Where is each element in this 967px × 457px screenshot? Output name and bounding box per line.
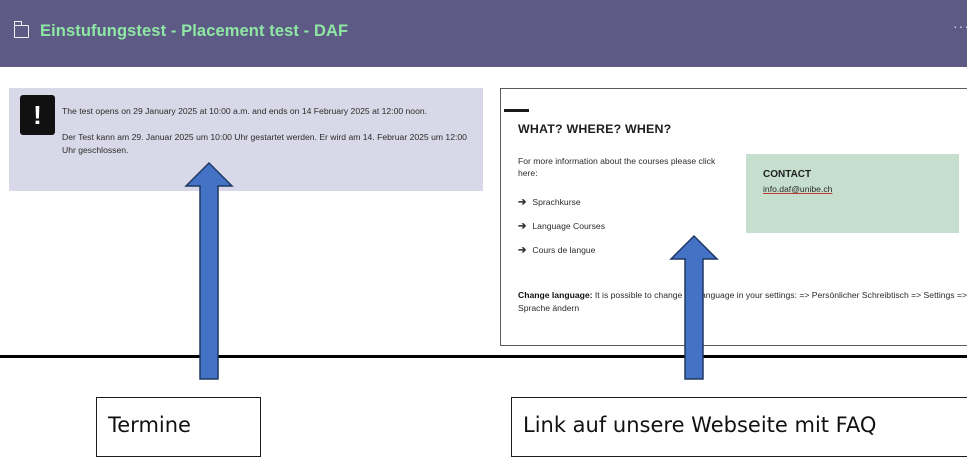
arrow-right-icon: ➔	[518, 221, 527, 232]
link-label: Cours de langue	[532, 245, 596, 255]
link-label: Language Courses	[532, 221, 606, 231]
book-icon	[13, 21, 29, 38]
link-language-courses[interactable]: ➔ Language Courses	[518, 220, 605, 232]
info-panel: WHAT? WHERE? WHEN? For more information …	[500, 88, 967, 346]
caption-termine: Termine	[96, 397, 261, 457]
up-arrow-termine	[184, 161, 234, 380]
arrow-right-icon: ➔	[518, 197, 527, 208]
course-links-list: ➔ Sprachkurse ➔ Language Courses ➔ Cours de…	[518, 196, 605, 268]
arrow-right-icon: ➔	[518, 245, 527, 256]
change-language-label: Change language:	[518, 290, 593, 300]
notice-german-text: Der Test kann am 29. Januar 2025 um 10:0…	[62, 132, 467, 155]
caption-faq-link: Link auf unsere Webseite mit FAQ	[511, 397, 967, 457]
link-cours-de-langue[interactable]: ➔ Cours de langue	[518, 244, 605, 256]
exclamation-icon: !	[20, 95, 55, 135]
info-heading: WHAT? WHERE? WHEN?	[518, 122, 672, 136]
more-options-icon[interactable]: ···	[953, 18, 967, 34]
alert-notice: ! The test opens on 29 January 2025 at 1…	[9, 88, 483, 191]
info-intro-text: For more information about the courses p…	[518, 156, 716, 178]
contact-card: CONTACT info.daf@unibe.ch	[746, 154, 959, 233]
change-language-note: Change language: It is possible to chang…	[518, 289, 967, 315]
notice-english-text: The test opens on 29 January 2025 at 10:…	[62, 106, 428, 116]
heading-accent-bar	[504, 109, 529, 112]
link-sprachkurse[interactable]: ➔ Sprachkurse	[518, 196, 605, 208]
course-header: Einstufungstest - Placement test - DAF ·…	[0, 0, 967, 67]
contact-title: CONTACT	[763, 169, 812, 180]
course-title[interactable]: Einstufungstest - Placement test - DAF	[40, 22, 348, 41]
contact-email-link[interactable]: info.daf@unibe.ch	[763, 184, 832, 194]
section-divider	[0, 355, 967, 358]
link-label: Sprachkurse	[532, 197, 581, 207]
